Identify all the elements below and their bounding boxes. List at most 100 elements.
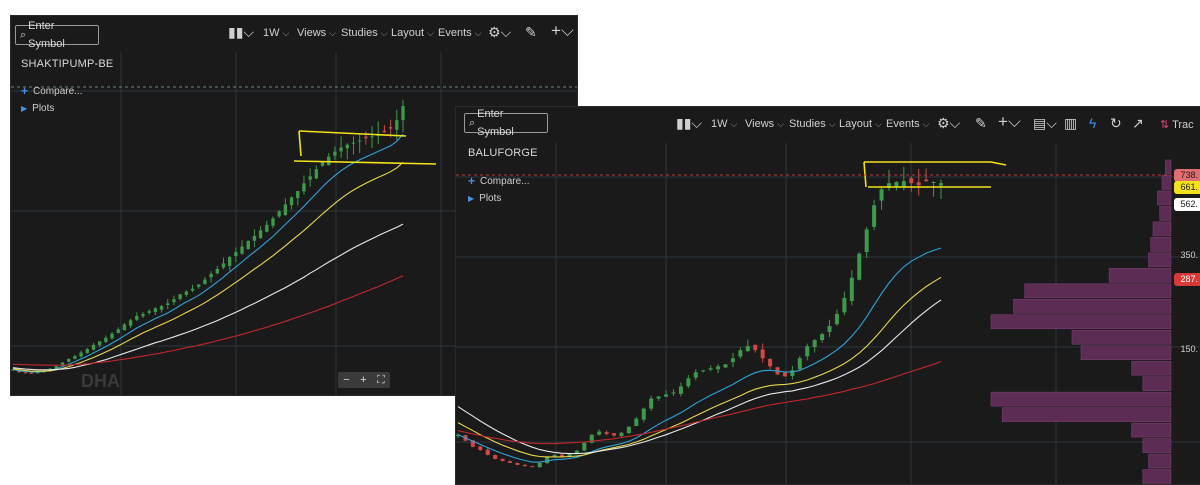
chart-toolbar: ⌕ Enter Symbol ▮▮⌵ 1W ⌵ Views ⌵ Studies ⌵ L… [11,16,577,52]
volume-profile-bar [1024,283,1172,299]
refresh-icon[interactable]: ↻ [1110,115,1122,132]
events-dropdown[interactable]: Events ⌵ [886,118,929,130]
views-label: Views [745,118,775,130]
candle-body [141,313,145,317]
lightning-icon[interactable]: ϟ [1089,115,1096,131]
crosshair-icon[interactable]: +⌵ [551,21,574,41]
events-label: Events [438,27,472,39]
candle-body [797,358,802,370]
studies-dropdown[interactable]: Studies ⌵ [341,27,388,39]
zoom-controls: − + ⛶ [338,372,390,388]
candle-body [537,462,542,468]
candle-body [641,408,646,420]
candlestick-type-icon[interactable]: ▮▮⌵ [228,24,254,41]
views-dropdown[interactable]: Views ⌵ [745,118,784,130]
candle-body [128,320,133,326]
candle-body [258,230,263,239]
candle-body [308,176,312,180]
gear-icon[interactable]: ⚙⌵ [488,24,511,41]
candle-body [364,136,368,139]
candle-body [671,392,676,394]
candle-body [857,253,862,280]
ema-slow-line [12,223,404,371]
trade-button[interactable]: ⇅ Trac [1160,118,1194,131]
candle-body [730,358,735,363]
book-icon[interactable]: ▥ [1064,115,1077,132]
candle-body [153,308,158,312]
candle-body [283,204,288,216]
candle-body [864,229,869,253]
candle-body [827,326,832,332]
layout-dropdown[interactable]: Layout ⌵ [839,118,882,130]
candle-body [104,337,108,342]
trendline-annotation [293,160,437,165]
candle-body [382,130,387,133]
comment-icon[interactable]: ▤⌵ [1033,115,1057,132]
candle-body [190,288,195,291]
ema-fast-line [457,247,942,463]
events-dropdown[interactable]: Events ⌵ [438,27,481,39]
candle-body [768,359,773,367]
layout-label: Layout [839,118,873,130]
search-icon: ⌕ [469,117,476,129]
candle-body [619,432,624,437]
interval-dropdown[interactable]: 1W ⌵ [711,118,737,130]
candle-body [23,372,28,374]
candle-body [500,458,505,461]
candle-body [122,324,127,331]
candle-body [656,396,661,399]
candle-body [686,378,691,387]
candle-body [184,291,189,295]
compare-button[interactable]: + Compare... [21,84,82,98]
plots-toggle[interactable]: ▶ Plots [21,103,54,114]
candle-body [485,449,490,455]
compare-button[interactable]: + Compare... [468,174,529,188]
plots-toggle[interactable]: ▶ Plots [468,193,501,204]
candle-body [805,346,810,357]
candle-body [493,455,498,459]
symbol-search-placeholder: Enter Symbol [477,108,514,138]
studies-dropdown[interactable]: Studies ⌵ [789,118,836,130]
candle-body [515,463,520,465]
candle-body [240,246,244,254]
volume-profile-bar [990,391,1172,407]
candle-body [73,356,77,359]
zoom-out-button[interactable]: − [343,374,349,386]
search-icon: ⌕ [20,29,27,41]
gear-icon[interactable]: ⚙⌵ [937,115,960,132]
pencil-draw-icon[interactable]: ✎ [975,115,987,132]
chart-panel-baluforge[interactable]: ⌕ Enter Symbol ▮▮⌵ 1W ⌵ Views ⌵ Studies ⌵ L… [455,106,1200,485]
price-chart-canvas[interactable] [456,107,1200,484]
views-dropdown[interactable]: Views ⌵ [297,27,336,39]
candle-body [916,182,921,186]
symbol-search-input[interactable]: ⌕ Enter Symbol [464,108,548,138]
external-link-icon[interactable]: ↗ [1132,115,1144,132]
candle-body [909,178,914,184]
candlestick-type-icon[interactable]: ▮▮⌵ [676,115,702,132]
candle-body [693,372,698,378]
fit-screen-button[interactable]: ⛶ [377,374,385,387]
candle-body [745,346,750,352]
events-label: Events [886,118,920,130]
volume-profile-bar [1152,221,1172,237]
symbol-search-input[interactable]: ⌕ Enter Symbol [15,20,99,50]
candle-body [664,394,669,397]
price-axis-label: 150. [1180,344,1198,354]
candle-body [552,454,557,457]
candle-body [842,297,847,313]
interval-dropdown[interactable]: 1W ⌵ [263,27,289,39]
ticker-label: SHAKTIPUMP-BE [21,58,114,70]
crosshair-icon[interactable]: +⌵ [998,112,1021,132]
interval-label: 1W [263,27,280,39]
volume-profile-bar [1001,407,1172,422]
pencil-draw-icon[interactable]: ✎ [525,24,537,41]
layout-dropdown[interactable]: Layout ⌵ [391,27,434,39]
candle-body [246,240,250,250]
trendline-annotation [990,161,1007,166]
layout-label: Layout [391,27,425,39]
zoom-in-button[interactable]: + [360,374,366,386]
chevron-down-icon: ⌵ [730,119,738,129]
candle-body [931,181,936,183]
studies-label: Studies [789,118,826,130]
chevron-down-icon: ⌵ [380,28,388,38]
